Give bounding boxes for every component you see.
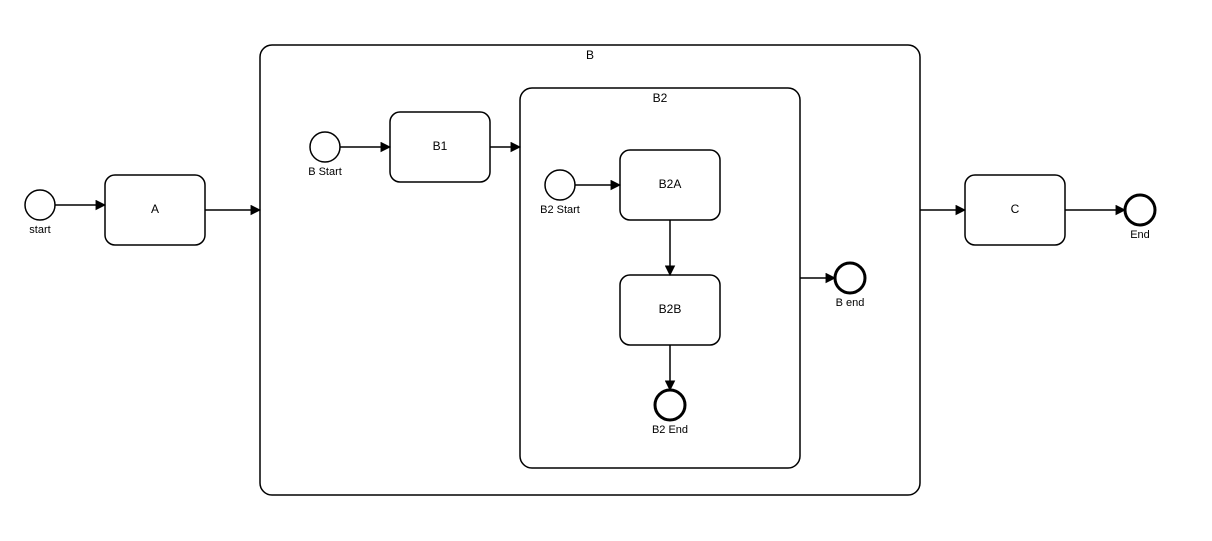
- task-a[interactable]: A: [105, 175, 205, 245]
- end-label: End: [1130, 229, 1150, 241]
- task-b2b-label: B2B: [659, 302, 682, 316]
- task-b2a[interactable]: B2A: [620, 150, 720, 220]
- bpmn-diagram: start A B B Start B1 B2 B2 Start B2A B2B: [0, 0, 1212, 541]
- b-end-label: B end: [836, 297, 865, 309]
- b2-end-event[interactable]: B2 End: [652, 390, 688, 436]
- task-c-label: C: [1011, 202, 1020, 216]
- start-event[interactable]: start: [25, 190, 55, 236]
- subprocess-b2-title: B2: [653, 91, 668, 105]
- task-a-label: A: [151, 202, 159, 216]
- task-b1[interactable]: B1: [390, 112, 490, 182]
- task-b2b[interactable]: B2B: [620, 275, 720, 345]
- b-start-label: B Start: [308, 166, 342, 178]
- b-end-event[interactable]: B end: [835, 263, 865, 309]
- b2-end-label: B2 End: [652, 424, 688, 436]
- end-event[interactable]: End: [1125, 195, 1155, 241]
- start-label: start: [29, 224, 50, 236]
- task-b2a-label: B2A: [659, 177, 682, 191]
- task-b1-label: B1: [433, 139, 448, 153]
- b-start-event[interactable]: B Start: [308, 132, 342, 178]
- task-c[interactable]: C: [965, 175, 1065, 245]
- b2-start-label: B2 Start: [540, 204, 580, 216]
- subprocess-b-title: B: [586, 48, 594, 62]
